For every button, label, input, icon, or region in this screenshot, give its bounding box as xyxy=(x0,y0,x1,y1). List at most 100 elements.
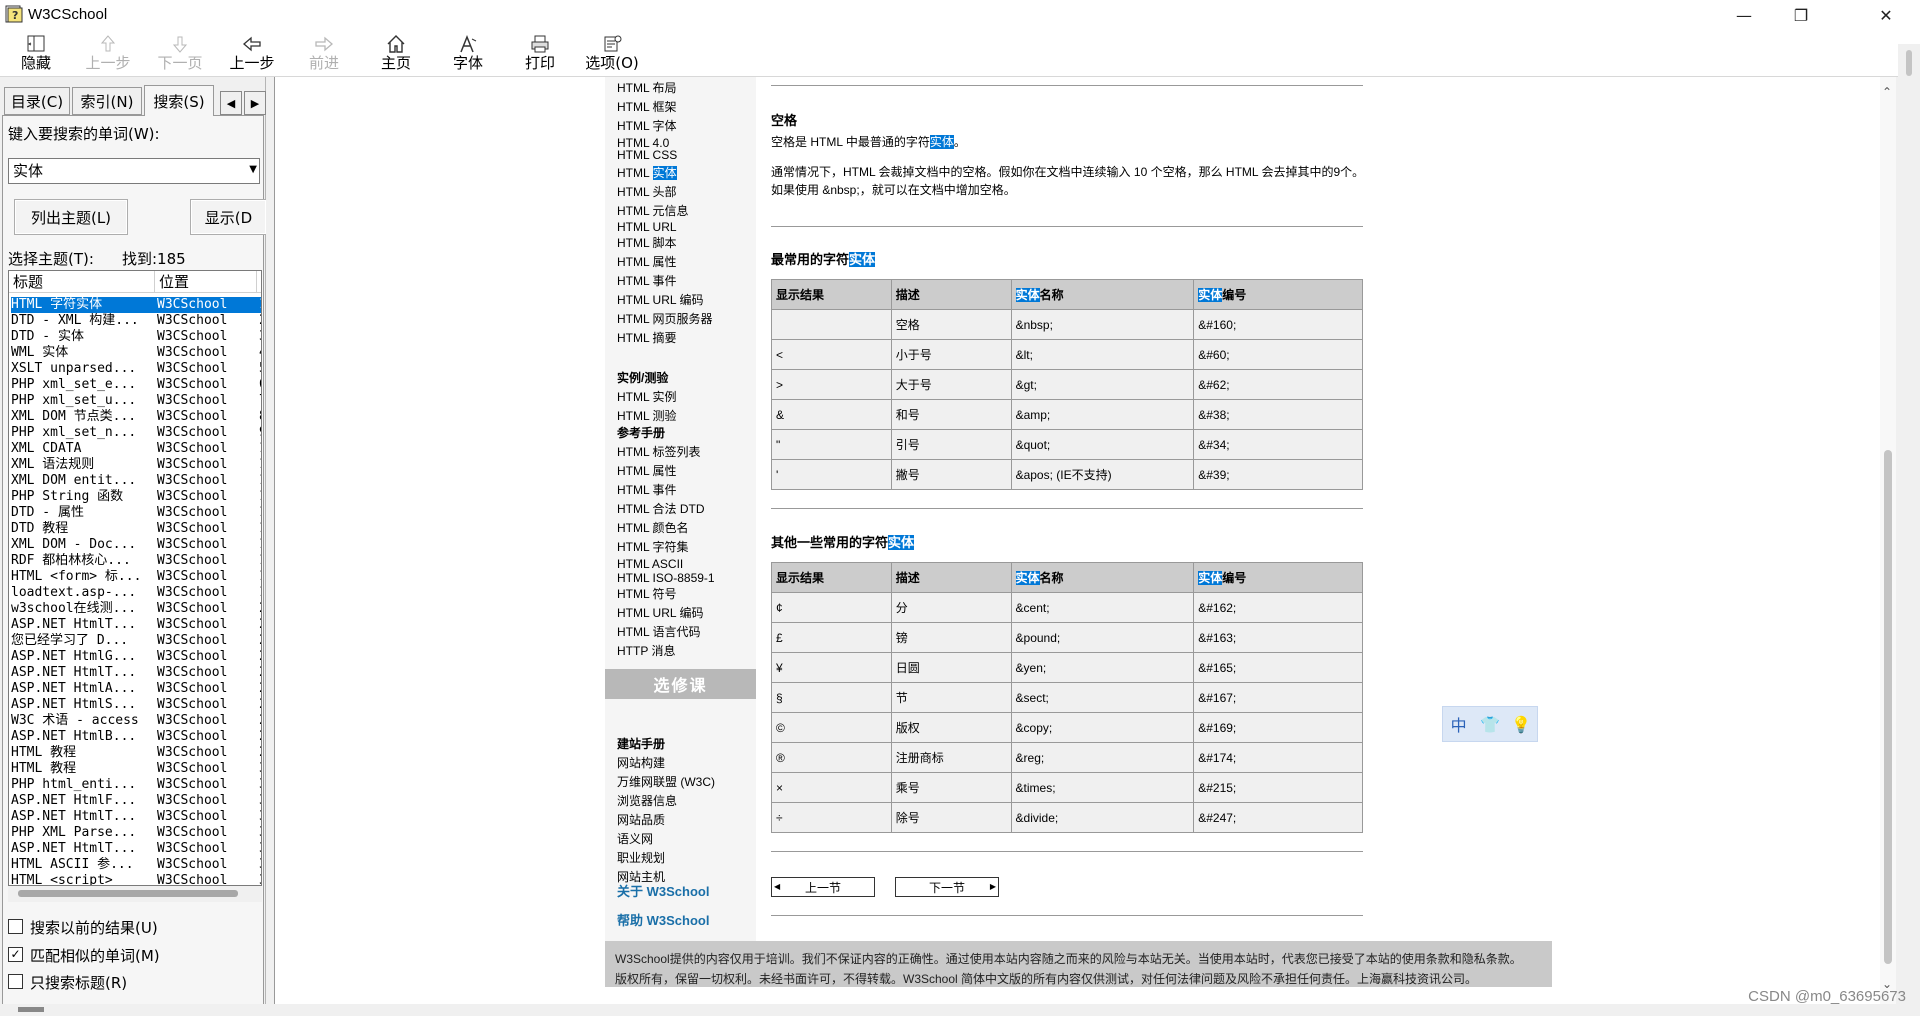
list-item[interactable]: HTML ASCII 参... W3CSchool 3 xyxy=(11,857,261,873)
ime-toolbar[interactable]: 中 👕 💡 xyxy=(1442,706,1538,742)
list-item[interactable]: XML DOM entit... W3CSchool 1 xyxy=(11,473,261,489)
nav-link[interactable]: HTML 网页服务器 xyxy=(617,310,713,327)
list-item[interactable]: PHP html_enti... W3CSchool 3 xyxy=(11,777,261,793)
scrollbar-thumb[interactable] xyxy=(1906,50,1912,76)
list-item[interactable]: PHP xml_set_e... W3CSchool 6 xyxy=(11,377,261,393)
list-item[interactable]: PHP xml_set_u... W3CSchool 7 xyxy=(11,393,261,409)
nav-link[interactable]: 网站构建 xyxy=(617,754,665,771)
home-button[interactable]: 主页 xyxy=(360,30,432,77)
prev-section-button[interactable]: ◀ 上一节 xyxy=(771,877,875,897)
nav-link[interactable]: HTML 字符集 xyxy=(617,538,689,555)
tab-index[interactable]: 索引(N) xyxy=(72,87,142,115)
list-item[interactable]: ASP.NET HtmlS... W3CSchool 2 xyxy=(11,697,261,713)
list-item[interactable]: PHP String 函数 W3CSchool 1 xyxy=(11,489,261,505)
lightbulb-icon[interactable]: 💡 xyxy=(1506,715,1537,734)
nav-link[interactable]: HTML 事件 xyxy=(617,481,677,498)
nav-link[interactable]: HTML CSS xyxy=(617,148,677,162)
back-button[interactable]: 上一步 xyxy=(216,30,288,77)
display-button[interactable]: 显示(D xyxy=(190,199,266,235)
minimize-button[interactable]: — xyxy=(1716,0,1772,30)
listview-horizontal-scrollbar[interactable] xyxy=(8,886,262,902)
list-item[interactable]: ASP.NET HtmlF... W3CSchool 3 xyxy=(11,793,261,809)
list-item[interactable]: PHP XML Parse... W3CSchool 3 xyxy=(11,825,261,841)
scrollbar-thumb[interactable] xyxy=(1884,450,1892,964)
list-item[interactable]: 您已经学习了 D... W3CSchool 2 xyxy=(11,633,261,649)
ime-language-toggle[interactable]: 中 xyxy=(1443,712,1474,736)
list-item[interactable]: ASP.NET HtmlA... W3CSchool 2 xyxy=(11,681,261,697)
list-item[interactable]: XML DOM 节点类... W3CSchool 8 xyxy=(11,409,261,425)
search-word-combobox[interactable]: 实体 ▼ xyxy=(8,158,260,184)
nav-link[interactable]: HTML URL 编码 xyxy=(617,291,703,308)
print-button[interactable]: 打印 xyxy=(504,30,576,77)
list-item[interactable]: ASP.NET HtmlT... W3CSchool 2 xyxy=(11,665,261,681)
nav-link[interactable]: HTML 元信息 xyxy=(617,202,689,219)
list-item[interactable]: HTML <form> 标... W3CSchool 1 xyxy=(11,569,261,585)
prev-step-button[interactable]: 上一步 xyxy=(72,30,144,77)
list-item[interactable]: XML DOM - Doc... W3CSchool 1 xyxy=(11,537,261,553)
close-button[interactable]: ✕ xyxy=(1858,0,1914,30)
list-item[interactable]: ASP.NET HtmlT... W3CSchool 3 xyxy=(11,809,261,825)
list-item[interactable]: DTD 教程 W3CSchool 1 xyxy=(11,521,261,537)
scrollbar-thumb[interactable] xyxy=(18,890,238,897)
list-item[interactable]: HTML <script> W3CSchool 3 xyxy=(11,873,261,885)
list-item[interactable]: PHP xml_set_n... W3CSchool 9 xyxy=(11,425,261,441)
maximize-button[interactable]: ❐ xyxy=(1773,0,1829,30)
list-item[interactable]: XML CDATA W3CSchool 1 xyxy=(11,441,261,457)
list-item[interactable]: DTD - XML 构建... W3CSchool 2 xyxy=(11,313,261,329)
nav-link[interactable]: HTML 脚本 xyxy=(617,234,677,251)
column-header-rank[interactable]: 排 xyxy=(257,271,261,293)
list-item[interactable]: DTD - 实体 W3CSchool 3 xyxy=(11,329,261,345)
list-item[interactable]: w3school在线测... W3CSchool 2 xyxy=(11,601,261,617)
list-item[interactable]: DTD - 属性 W3CSchool 1 xyxy=(11,505,261,521)
titles-only-checkbox[interactable] xyxy=(8,974,23,989)
nav-link[interactable]: HTML 实体 xyxy=(617,164,677,181)
search-previous-checkbox[interactable] xyxy=(8,919,23,934)
about-w3school-link[interactable]: 关于 W3School xyxy=(617,881,709,900)
next-section-button[interactable]: 下一节 ▶ xyxy=(895,877,999,897)
nav-link[interactable]: HTML URL xyxy=(617,220,677,234)
list-item[interactable]: HTML 教程 W3CSchool 2 xyxy=(11,745,261,761)
tab-search[interactable]: 搜索(S) xyxy=(144,85,214,116)
nav-link[interactable]: 网站品质 xyxy=(617,811,665,828)
list-item[interactable]: XSLT unparsed... W3CSchool 5 xyxy=(11,361,261,377)
tab-scroll-right-button[interactable]: ▶ xyxy=(244,91,266,115)
nav-link[interactable]: HTML 颜色名 xyxy=(617,519,689,536)
nav-link[interactable]: 语义网 xyxy=(617,830,653,847)
next-page-button[interactable]: 下一页 xyxy=(144,30,216,77)
forward-button[interactable]: 前进 xyxy=(288,30,360,77)
list-item[interactable]: RDF 都柏林核心... W3CSchool 1 xyxy=(11,553,261,569)
nav-link[interactable]: 职业规划 xyxy=(617,849,665,866)
nav-link[interactable]: HTML URL 编码 xyxy=(617,604,703,621)
nav-link[interactable]: HTML 测验 xyxy=(617,407,677,424)
list-item[interactable]: ASP.NET HtmlG... W3CSchool 2 xyxy=(11,649,261,665)
nav-link[interactable]: HTML 布局 xyxy=(617,79,677,96)
font-button[interactable]: 字体 xyxy=(432,30,504,77)
nav-link[interactable]: HTML 框架 xyxy=(617,98,677,115)
topics-listview[interactable]: 标题 位置 排 HTML 字符实体W3CSchool1DTD - XML 构建.… xyxy=(8,270,262,886)
list-item[interactable]: XML 语法规则 W3CSchool 1 xyxy=(11,457,261,473)
nav-link[interactable]: HTML 事件 xyxy=(617,272,677,289)
content-vertical-scrollbar[interactable]: ⌃ ⌄ xyxy=(1880,77,1896,1004)
nav-link[interactable]: HTML 头部 xyxy=(617,183,677,200)
resize-grip[interactable] xyxy=(18,1007,44,1012)
nav-link[interactable]: HTML 语言代码 xyxy=(617,623,701,640)
nav-link[interactable]: HTML 摘要 xyxy=(617,329,677,346)
list-item[interactable]: ASP.NET HtmlT... W3CSchool 3 xyxy=(11,841,261,857)
nav-link[interactable]: HTML 标签列表 xyxy=(617,443,701,460)
list-item[interactable]: ASP.NET HtmlB... W3CSchool 2 xyxy=(11,729,261,745)
nav-link[interactable]: HTML 字体 xyxy=(617,117,677,134)
nav-link[interactable]: HTML ISO-8859-1 xyxy=(617,571,715,585)
nav-link[interactable]: HTTP 消息 xyxy=(617,642,675,659)
chevron-down-icon[interactable]: ▼ xyxy=(249,164,257,175)
nav-link[interactable]: 浏览器信息 xyxy=(617,792,677,809)
chevron-up-icon[interactable]: ⌃ xyxy=(1882,85,1892,99)
column-header-location[interactable]: 位置 xyxy=(155,271,257,293)
match-similar-checkbox[interactable]: ✓ xyxy=(8,947,23,962)
options-button[interactable]: 选项(O) xyxy=(576,30,648,77)
hide-button[interactable]: 隐藏 xyxy=(0,30,72,77)
list-item[interactable]: WML 实体 W3CSchool 4 xyxy=(11,345,261,361)
list-item[interactable]: ASP.NET HtmlT... W3CSchool 2 xyxy=(11,617,261,633)
nav-link[interactable]: HTML 合法 DTD xyxy=(617,500,705,517)
nav-link[interactable]: 万维网联盟 (W3C) xyxy=(617,773,715,790)
list-item[interactable]: W3C 术语 - access W3CSchool 2 xyxy=(11,713,261,729)
